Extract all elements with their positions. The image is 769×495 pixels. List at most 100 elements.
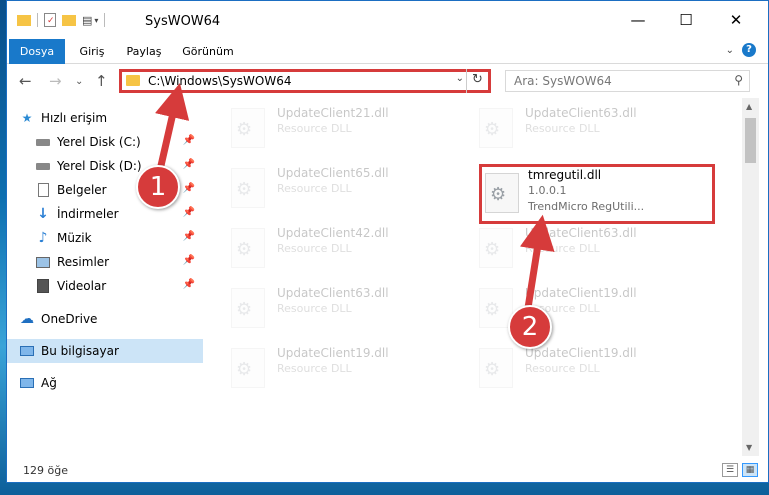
search-placeholder: Ara: SysWOW64 <box>514 74 612 88</box>
refresh-icon[interactable]: ↻ <box>466 69 488 93</box>
tab-view[interactable]: Görünüm <box>175 39 241 64</box>
file-item[interactable]: ⚙ UpdateClient63.dll Resource DLL <box>231 284 467 344</box>
dll-file-icon: ⚙ <box>231 288 265 328</box>
file-item[interactable]: ⚙ UpdateClient19.dll Resource DLL <box>479 344 715 404</box>
dll-file-icon: ⚙ <box>479 348 513 388</box>
gear-icon: ⚙ <box>236 359 253 380</box>
sidebar-item-music[interactable]: ♪ Müzik 📌 <box>7 226 203 250</box>
file-item[interactable]: ⚙ UpdateClient65.dll Resource DLL <box>231 164 467 224</box>
gear-icon: ⚙ <box>236 299 253 320</box>
title-bar: ✓ ▤ ▾ SysWOW64 — ☐ ✕ <box>7 1 768 39</box>
sidebar-item-pictures[interactable]: Resimler 📌 <box>7 250 203 274</box>
up-arrow-icon[interactable]: ↑ <box>95 72 108 90</box>
pin-icon[interactable]: 📌 <box>183 207 195 218</box>
step-1-badge: 1 <box>136 165 180 209</box>
file-type: Resource DLL <box>525 242 600 255</box>
sidebar-item-downloads[interactable]: ↓ İndirmeler 📌 <box>7 202 203 226</box>
pin-icon[interactable]: 📌 <box>183 231 195 242</box>
address-path[interactable]: C:\Windows\SysWOW64 <box>148 74 292 88</box>
sidebar-item-label: OneDrive <box>41 312 98 326</box>
scroll-down-icon[interactable]: ▼ <box>746 443 752 452</box>
dll-file-icon: ⚙ <box>479 228 513 268</box>
tab-home[interactable]: Giriş <box>69 39 115 64</box>
file-item[interactable]: ⚙ UpdateClient63.dll Resource DLL <box>479 224 715 284</box>
scroll-up-icon[interactable]: ▲ <box>746 102 752 111</box>
customize-toolbar-icon[interactable]: ▤ <box>82 14 92 27</box>
gear-icon: ⚙ <box>484 119 501 140</box>
sidebar-item-label: Videolar <box>57 279 107 293</box>
sidebar-item-label: Bu bilgisayar <box>41 344 119 358</box>
properties-icon[interactable]: ✓ <box>44 13 56 27</box>
file-type: Resource DLL <box>277 242 352 255</box>
sidebar-item-network[interactable]: Ağ <box>7 371 203 395</box>
sidebar-item-label: Hızlı erişim <box>41 111 108 125</box>
pictures-icon <box>35 254 51 270</box>
file-description: TrendMicro RegUtili... <box>528 200 645 213</box>
tab-file[interactable]: Dosya <box>9 39 65 64</box>
expand-ribbon-icon[interactable]: ⌄ <box>726 45 734 56</box>
file-type: Resource DLL <box>525 122 600 135</box>
file-item-tmregutil[interactable]: ⚙ tmregutil.dll 1.0.0.1 TrendMicro RegUt… <box>479 164 715 224</box>
vertical-scrollbar[interactable]: ▲ ▼ <box>742 98 759 456</box>
sidebar-item-local-disk-c[interactable]: Yerel Disk (C:) 📌 <box>7 130 203 154</box>
computer-icon <box>19 343 35 359</box>
chevron-down-icon[interactable]: ▾ <box>94 16 98 25</box>
gear-icon: ⚙ <box>484 359 501 380</box>
details-view-icon[interactable]: ☰ <box>722 463 738 477</box>
file-name: UpdateClient21.dll <box>277 106 389 120</box>
tiles-view-icon[interactable]: ▦ <box>742 463 758 477</box>
dll-file-icon: ⚙ <box>231 228 265 268</box>
ribbon-tabs: Dosya Giriş Paylaş Görünüm ⌄ ? <box>7 39 768 64</box>
back-arrow-icon[interactable]: ← <box>19 72 32 90</box>
item-count: 129 öğe <box>23 464 68 477</box>
gear-icon: ⚙ <box>484 239 501 260</box>
recent-locations-icon[interactable]: ⌄ <box>75 76 83 87</box>
file-item[interactable]: ⚙ UpdateClient19.dll Resource DLL <box>231 344 467 404</box>
pin-icon[interactable]: 📌 <box>183 279 195 290</box>
sidebar-item-label: Resimler <box>57 255 110 269</box>
dll-file-icon: ⚙ <box>485 173 519 213</box>
pin-icon[interactable]: 📌 <box>183 183 195 194</box>
file-item[interactable]: ⚙ UpdateClient63.dll Resource DLL <box>479 104 715 164</box>
documents-icon <box>35 182 51 198</box>
forward-arrow-icon[interactable]: → <box>49 72 62 90</box>
address-bar[interactable]: C:\Windows\SysWOW64 ⌄ ↻ <box>119 69 491 93</box>
file-name: UpdateClient65.dll <box>277 166 389 180</box>
quick-access-toolbar: ✓ ▤ ▾ <box>17 13 106 27</box>
close-button[interactable]: ✕ <box>713 5 759 35</box>
drive-icon <box>35 158 51 174</box>
navigation-bar: ← → ⌄ ↑ C:\Windows\SysWOW64 ⌄ ↻ Ara: Sys… <box>7 64 768 98</box>
pin-icon[interactable]: 📌 <box>183 255 195 266</box>
videos-icon <box>35 278 51 294</box>
new-folder-icon[interactable] <box>62 14 76 26</box>
file-list: ⚙ UpdateClient21.dll Resource DLL ⚙ Upda… <box>209 98 742 456</box>
search-icon: ⚲ <box>734 73 743 87</box>
chevron-down-icon[interactable]: ⌄ <box>456 73 464 84</box>
help-icon[interactable]: ? <box>742 43 756 57</box>
sidebar-item-quick-access[interactable]: ★ Hızlı erişim <box>7 106 203 130</box>
sidebar-item-label: Yerel Disk (D:) <box>57 159 142 173</box>
pin-icon[interactable]: 📌 <box>183 135 195 146</box>
file-name: UpdateClient19.dll <box>525 286 637 300</box>
search-input[interactable]: Ara: SysWOW64 ⚲ <box>505 70 750 92</box>
minimize-button[interactable]: — <box>615 5 661 35</box>
file-name: UpdateClient63.dll <box>525 106 637 120</box>
file-item[interactable]: ⚙ UpdateClient21.dll Resource DLL <box>231 104 467 164</box>
view-switcher: ☰ ▦ <box>722 463 758 477</box>
file-name: UpdateClient63.dll <box>525 226 637 240</box>
file-type: Resource DLL <box>277 122 352 135</box>
status-bar: 129 öğe ☰ ▦ <box>7 459 768 482</box>
sidebar-item-this-pc[interactable]: Bu bilgisayar <box>7 339 203 363</box>
file-version: 1.0.0.1 <box>528 184 567 197</box>
pin-icon[interactable]: 📌 <box>183 159 195 170</box>
sidebar-item-label: İndirmeler <box>57 207 119 221</box>
sidebar-item-videos[interactable]: Videolar 📌 <box>7 274 203 298</box>
tab-share[interactable]: Paylaş <box>119 39 169 64</box>
sidebar-item-onedrive[interactable]: ☁ OneDrive <box>7 307 203 331</box>
maximize-button[interactable]: ☐ <box>663 5 709 35</box>
file-item[interactable]: ⚙ UpdateClient42.dll Resource DLL <box>231 224 467 284</box>
dll-file-icon: ⚙ <box>479 108 513 148</box>
dll-file-icon: ⚙ <box>231 348 265 388</box>
file-type: Resource DLL <box>525 362 600 375</box>
scrollbar-thumb[interactable] <box>745 118 756 163</box>
